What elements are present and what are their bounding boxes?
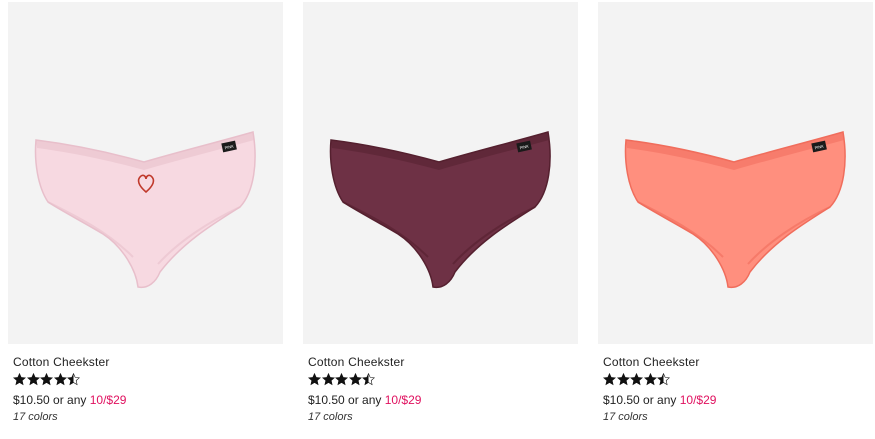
star-half-icon [67, 372, 80, 385]
star-full-icon [630, 372, 643, 385]
product-grid: PINK Cotton Cheekster $10.50 or any 10/$… [0, 0, 875, 439]
star-full-icon [26, 372, 40, 385]
product-name[interactable]: Cotton Cheekster [13, 355, 110, 369]
promo-offer: 10/$29 [384, 393, 422, 407]
star-half-icon [657, 372, 670, 385]
product-image[interactable]: PINK [8, 2, 283, 344]
product-photo: PINK [34, 131, 256, 289]
product-price: $10.50 or any 10/$29 [13, 393, 126, 407]
star-full-icon [53, 372, 67, 385]
star-rating [603, 372, 671, 386]
price-connector: or any [348, 393, 382, 407]
price-connector: or any [53, 393, 87, 407]
star-full-icon [40, 372, 53, 385]
product-name[interactable]: Cotton Cheekster [308, 355, 405, 369]
product-price: $10.50 or any 10/$29 [308, 393, 421, 407]
product-card[interactable]: PINK Cotton Cheekster $10.50 or any 10/$… [598, 2, 873, 423]
product-card[interactable]: PINK Cotton Cheekster $10.50 or any 10/$… [303, 2, 578, 423]
promo-offer: 10/$29 [679, 393, 717, 407]
price-value: $10.50 [13, 393, 50, 407]
star-full-icon [13, 372, 26, 385]
product-photo: PINK [329, 131, 551, 289]
star-full-icon [321, 372, 335, 385]
colors-count[interactable]: 17 colors [308, 411, 353, 423]
product-name[interactable]: Cotton Cheekster [603, 355, 700, 369]
price-value: $10.50 [603, 393, 640, 407]
promo-offer: 10/$29 [89, 393, 127, 407]
product-image[interactable]: PINK [303, 2, 578, 344]
product-price: $10.50 or any 10/$29 [603, 393, 716, 407]
star-full-icon [616, 372, 630, 385]
star-full-icon [348, 372, 362, 385]
product-image[interactable]: PINK [598, 2, 873, 344]
star-full-icon [308, 372, 321, 385]
colors-count[interactable]: 17 colors [603, 411, 648, 423]
price-value: $10.50 [308, 393, 345, 407]
star-full-icon [643, 372, 657, 385]
colors-count[interactable]: 17 colors [13, 411, 58, 423]
product-card[interactable]: PINK Cotton Cheekster $10.50 or any 10/$… [8, 2, 283, 423]
price-connector: or any [643, 393, 677, 407]
star-rating [13, 372, 81, 386]
star-half-icon [362, 372, 375, 385]
star-full-icon [335, 372, 348, 385]
product-photo: PINK [624, 131, 846, 289]
star-full-icon [603, 372, 616, 385]
star-rating [308, 372, 376, 386]
